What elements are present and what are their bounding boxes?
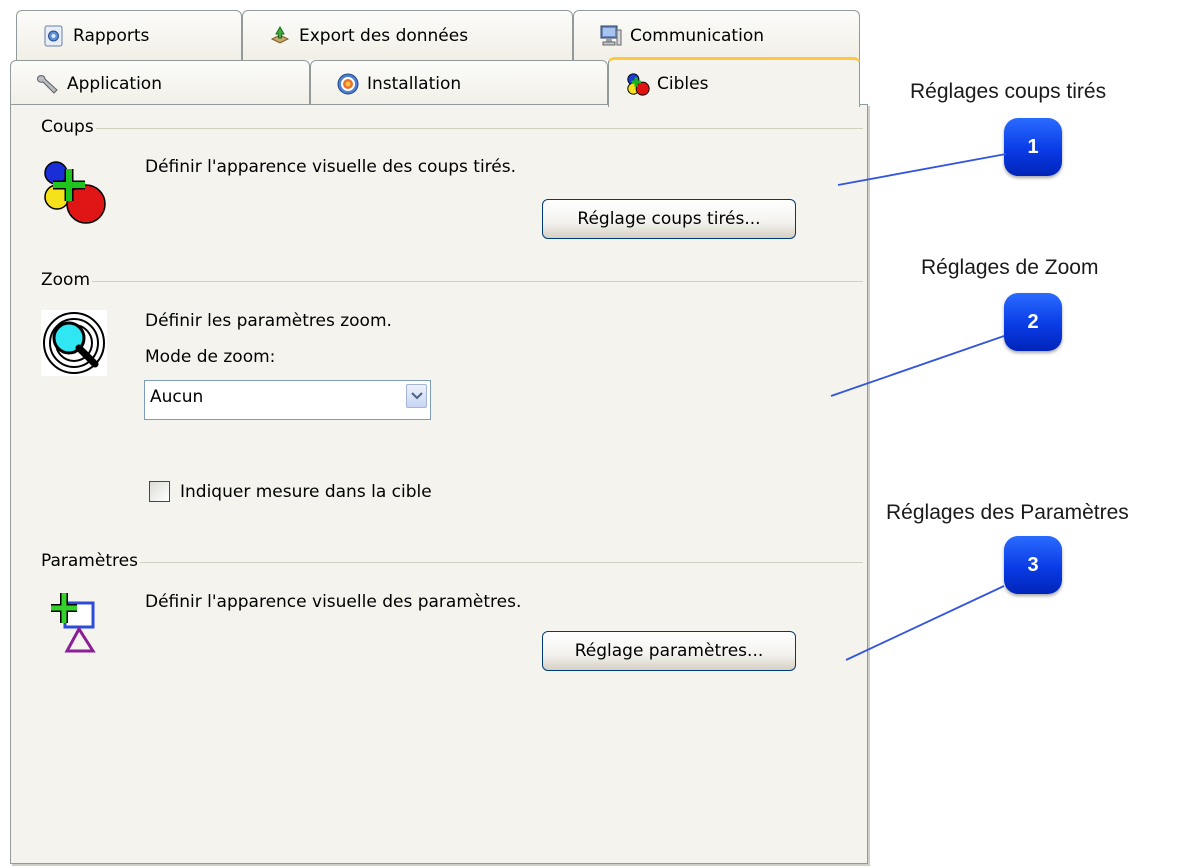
tab-label: Installation — [367, 73, 462, 94]
callout-label-3: Réglages des Paramètres — [886, 501, 1129, 524]
zoom-separator — [43, 281, 863, 282]
tab-cibles[interactable]: Cibles — [608, 57, 860, 107]
tab-label: Export des données — [299, 25, 469, 46]
wrench-icon — [35, 71, 61, 97]
callout-badge-1: 1 — [1004, 118, 1062, 176]
zoom-title: Zoom — [41, 270, 93, 290]
callout-label-1: Réglages coups tirés — [910, 80, 1107, 103]
tab-label: Communication — [630, 25, 764, 46]
computer-icon — [598, 23, 624, 49]
shots-icon — [41, 157, 111, 232]
chevron-down-icon[interactable] — [406, 384, 427, 408]
indiquer-mesure-label[interactable]: Indiquer mesure dans la cible — [180, 482, 432, 502]
tab-export-des-donnees[interactable]: Export des données — [242, 10, 573, 60]
report-icon — [41, 23, 67, 49]
tab-communication[interactable]: Communication — [573, 10, 860, 60]
coups-description: Définir l'apparence visuelle des coups t… — [145, 157, 517, 177]
tab-rapports[interactable]: Rapports — [16, 10, 242, 60]
zoom-target-icon — [41, 310, 107, 381]
callout-label-2: Réglages de Zoom — [921, 256, 1099, 279]
parametres-separator — [43, 562, 863, 563]
tab-installation[interactable]: Installation — [310, 60, 608, 106]
parametres-shapes-icon — [49, 591, 109, 662]
tab-label: Cibles — [657, 73, 709, 94]
callout-badge-3: 3 — [1004, 536, 1062, 594]
indiquer-mesure-checkbox[interactable] — [149, 481, 170, 502]
parametres-title: Paramètres — [41, 551, 140, 571]
tab-application[interactable]: Application — [10, 60, 310, 106]
tab-label: Application — [67, 73, 162, 94]
callout-badge-2: 2 — [1004, 293, 1062, 351]
callout-line-3 — [845, 585, 1005, 661]
zoom-mode-value: Aucun — [150, 387, 204, 407]
coups-separator — [43, 128, 863, 129]
tab-label: Rapports — [73, 25, 150, 46]
shots-icon — [625, 71, 651, 97]
cibles-panel: Coups Définir l'apparence visuelle des c… — [10, 104, 868, 864]
zoom-description: Définir les paramètres zoom. — [145, 311, 392, 331]
reglage-coups-tires-button[interactable]: Réglage coups tirés... — [542, 199, 796, 239]
reglage-parametres-button[interactable]: Réglage paramètres... — [542, 631, 796, 671]
zoom-mode-label: Mode de zoom: — [145, 347, 276, 367]
coups-title: Coups — [41, 117, 96, 137]
zoom-mode-select[interactable]: Aucun — [144, 380, 431, 420]
target-icon — [335, 71, 361, 97]
parametres-description: Définir l'apparence visuelle des paramèt… — [145, 592, 522, 612]
export-icon — [267, 23, 293, 49]
